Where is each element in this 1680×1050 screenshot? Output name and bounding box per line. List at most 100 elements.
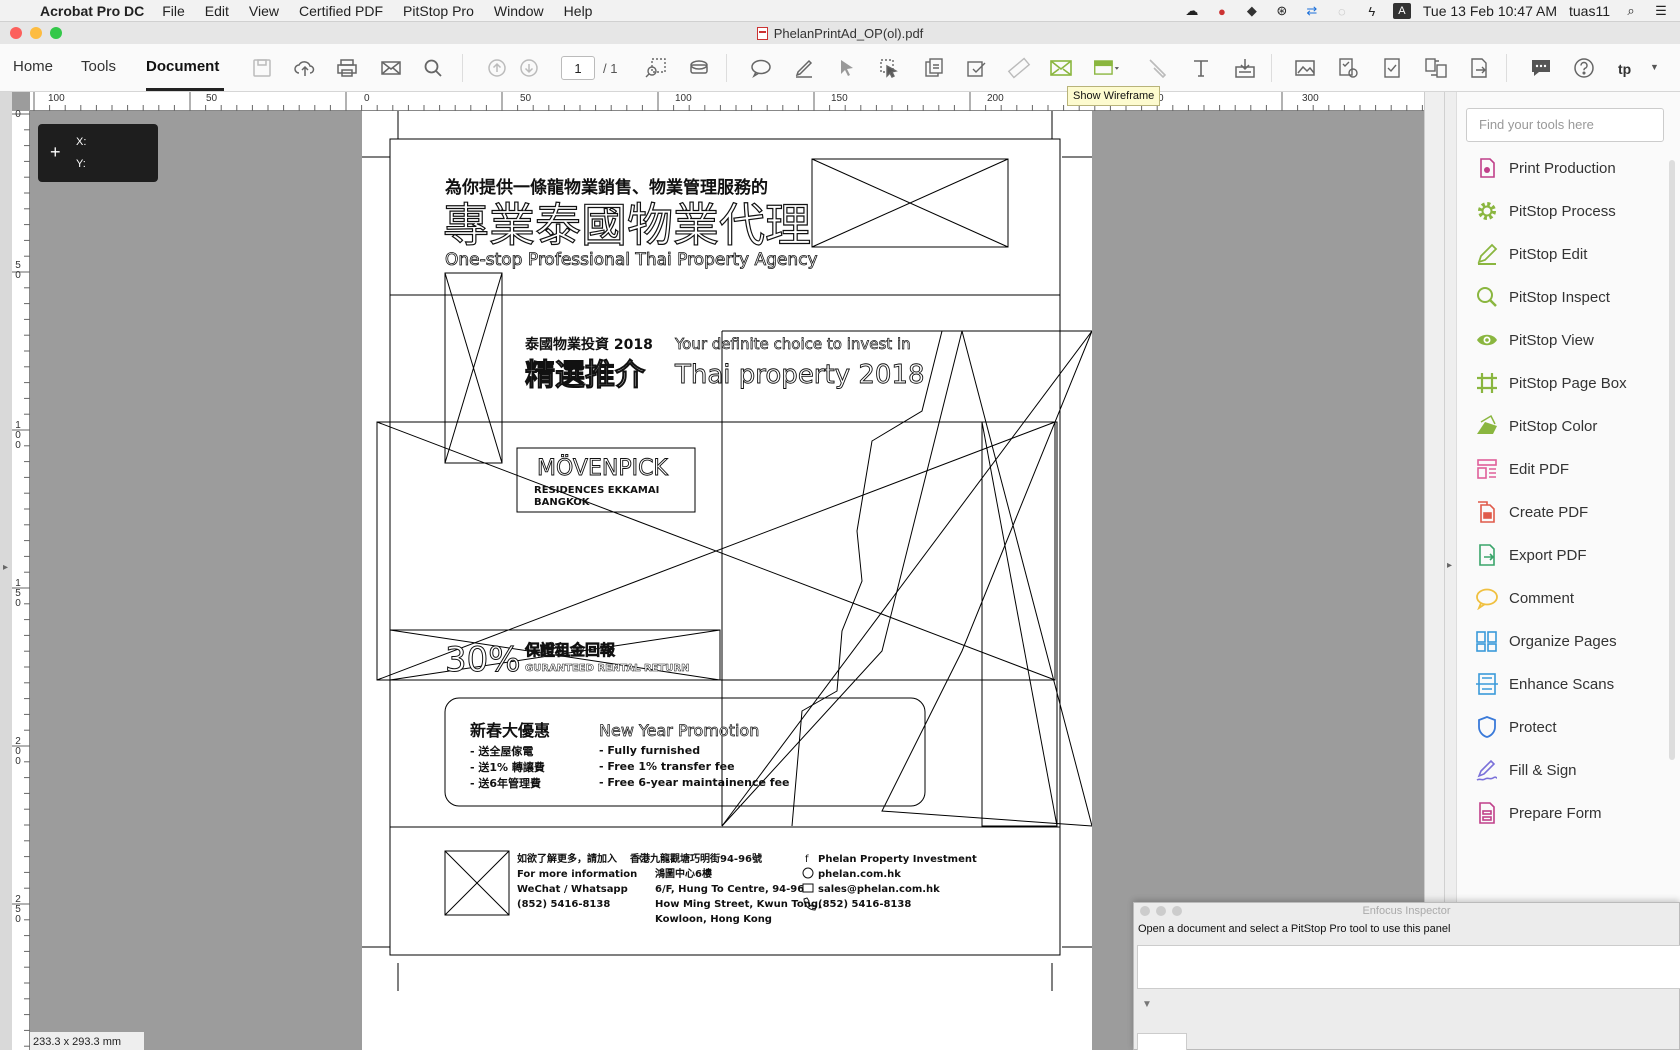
address-en: 6/F, Hung To Centre, 94-96 xyxy=(655,884,804,895)
bolt-icon[interactable]: ϟ xyxy=(1363,3,1381,19)
tool-item-comment[interactable]: Comment xyxy=(1475,584,1574,612)
image-icon[interactable] xyxy=(1292,56,1318,80)
menubar-user[interactable]: tuas11 xyxy=(1569,3,1610,19)
tool-item-fill-sign[interactable]: Fill & Sign xyxy=(1475,756,1577,784)
tool-item-label: PitStop Page Box xyxy=(1509,374,1627,392)
text-tool-icon[interactable] xyxy=(1188,56,1214,80)
menu-file[interactable]: File xyxy=(162,3,185,19)
magnifier-icon xyxy=(1475,285,1499,309)
menu-edit[interactable]: Edit xyxy=(205,3,229,19)
tab-tools[interactable]: Tools xyxy=(81,58,116,75)
status-app-icon[interactable]: ● xyxy=(1213,3,1231,19)
save-icon[interactable] xyxy=(249,56,275,80)
edit-object-icon[interactable] xyxy=(920,56,946,80)
left-panel-collapsed[interactable]: ▸ xyxy=(0,92,12,1050)
wireframe-envelope-icon[interactable] xyxy=(1048,56,1074,80)
inspector-content-area[interactable] xyxy=(1137,945,1680,989)
marquee-zoom-icon[interactable] xyxy=(643,56,669,80)
email-icon[interactable] xyxy=(378,56,404,80)
inspector-title-bar[interactable]: Enfocus Inspector xyxy=(1134,903,1679,919)
tool-item-pitstop-edit[interactable]: PitStop Edit xyxy=(1475,240,1587,268)
place-icon[interactable] xyxy=(1232,56,1258,80)
cloud-icon[interactable]: ☁ xyxy=(1183,3,1201,19)
contact-cn: 如欲了解更多，請加入 xyxy=(517,852,617,865)
tool-item-protect[interactable]: Protect xyxy=(1475,713,1557,741)
tool-item-print-production[interactable]: Print Production xyxy=(1475,154,1616,182)
tool-item-pitstop-inspect[interactable]: PitStop Inspect xyxy=(1475,283,1610,311)
spinner-icon[interactable]: ◌ xyxy=(1333,3,1351,19)
teamviewer-icon[interactable]: ⇄ xyxy=(1303,3,1321,19)
dropbox-icon[interactable]: ◆ xyxy=(1243,3,1261,19)
menubar-datetime[interactable]: Tue 13 Feb 10:47 AM xyxy=(1423,3,1557,19)
next-page-icon[interactable] xyxy=(516,56,542,80)
expand-left-panel-icon[interactable]: ▸ xyxy=(3,562,8,573)
disclosure-triangle-icon[interactable]: ▼ xyxy=(1142,999,1152,1010)
creative-cloud-icon[interactable]: ⊛ xyxy=(1273,3,1291,19)
tab-home[interactable]: Home xyxy=(13,58,53,75)
select-object-icon[interactable] xyxy=(876,56,902,80)
page-size-status: 233.3 x 293.3 mm xyxy=(30,1032,144,1050)
inspector-close-button[interactable] xyxy=(1140,906,1150,916)
output-preview-icon[interactable] xyxy=(686,56,712,80)
page-number-input[interactable]: 1 xyxy=(561,56,595,80)
upload-cloud-icon[interactable] xyxy=(292,56,318,80)
tool-item-pitstop-color[interactable]: PitStop Color xyxy=(1475,412,1597,440)
chat-icon[interactable] xyxy=(1528,56,1554,80)
tool-item-organize-pages[interactable]: Organize Pages xyxy=(1475,627,1617,655)
compare-pages-icon[interactable] xyxy=(1423,56,1449,80)
inspector-zoom-button[interactable] xyxy=(1172,906,1182,916)
ruler-label: 100 xyxy=(15,420,21,451)
inspector-minimize-button[interactable] xyxy=(1156,906,1166,916)
tool-item-label: Protect xyxy=(1509,718,1557,736)
tool-item-prepare-form[interactable]: Prepare Form xyxy=(1475,799,1602,827)
tool-item-export-pdf[interactable]: Export PDF xyxy=(1475,541,1587,569)
checklist-icon[interactable] xyxy=(1379,56,1405,80)
search-icon[interactable] xyxy=(420,56,446,80)
tool-item-pitstop-view[interactable]: PitStop View xyxy=(1475,326,1594,354)
close-window-button[interactable] xyxy=(10,27,22,39)
vertical-ruler[interactable]: 0 50 100 150 200 250 xyxy=(12,110,30,1050)
tool-item-pitstop-process[interactable]: PitStop Process xyxy=(1475,197,1616,225)
menu-view[interactable]: View xyxy=(249,3,279,19)
menu-window[interactable]: Window xyxy=(494,3,544,19)
menu-certified-pdf[interactable]: Certified PDF xyxy=(299,3,383,19)
horizontal-ruler[interactable]: 100 50 0 50 100 150 200 0 300 xyxy=(30,92,1444,111)
zoom-window-button[interactable] xyxy=(50,27,62,39)
tool-item-label: Prepare Form xyxy=(1509,804,1602,822)
menu-help[interactable]: Help xyxy=(564,3,593,19)
notification-center-icon[interactable]: ☰ xyxy=(1652,3,1670,19)
pen-tool-icon[interactable] xyxy=(1145,56,1171,80)
ruler-label: 50 xyxy=(15,260,21,281)
color-icon xyxy=(1475,414,1499,438)
page-settings-icon[interactable] xyxy=(1335,56,1361,80)
pdf-page-wireframe[interactable]: 為你提供一條龍物業銷售、物業管理服務的 專業泰國物業代理 One-stop Pr… xyxy=(362,111,1092,1050)
user-account-menu[interactable]: tp xyxy=(1618,61,1631,77)
help-icon[interactable] xyxy=(1571,56,1597,80)
find-tools-input[interactable]: Find your tools here xyxy=(1466,108,1664,142)
minimize-window-button[interactable] xyxy=(30,27,42,39)
previous-page-icon[interactable] xyxy=(484,56,510,80)
chevron-down-icon[interactable]: ▼ xyxy=(1650,62,1659,72)
select-arrow-icon[interactable] xyxy=(834,56,860,80)
inspector-bottom-field[interactable] xyxy=(1137,1033,1187,1050)
tool-item-enhance-scans[interactable]: Enhance Scans xyxy=(1475,670,1614,698)
spotlight-search-icon[interactable]: ⌕ xyxy=(1622,3,1640,19)
invest-en-small: Your definite choice to invest in xyxy=(674,335,911,353)
show-wireframe-icon[interactable] xyxy=(1093,56,1119,80)
menu-app-name[interactable]: Acrobat Pro DC xyxy=(40,3,144,19)
tool-item-pitstop-page-box[interactable]: PitStop Page Box xyxy=(1475,369,1627,397)
export-document-icon[interactable] xyxy=(1466,56,1492,80)
comment-icon[interactable] xyxy=(748,56,774,80)
contact-line: (852) 5416-8138 xyxy=(517,899,610,910)
tool-item-create-pdf[interactable]: Create PDF xyxy=(1475,498,1588,526)
tool-item-edit-pdf[interactable]: Edit PDF xyxy=(1475,455,1569,483)
tab-document[interactable]: Document xyxy=(146,58,219,75)
fix-icon[interactable] xyxy=(963,56,989,80)
tools-pane-scrollbar[interactable] xyxy=(1669,160,1675,760)
measure-ruler-icon[interactable] xyxy=(1006,56,1032,80)
chevron-right-icon[interactable]: ▸ xyxy=(1447,560,1452,571)
print-icon[interactable] xyxy=(334,56,360,80)
menu-pitstop-pro[interactable]: PitStop Pro xyxy=(403,3,474,19)
input-source-icon[interactable]: A xyxy=(1392,3,1411,19)
highlight-pen-icon[interactable] xyxy=(791,56,817,80)
